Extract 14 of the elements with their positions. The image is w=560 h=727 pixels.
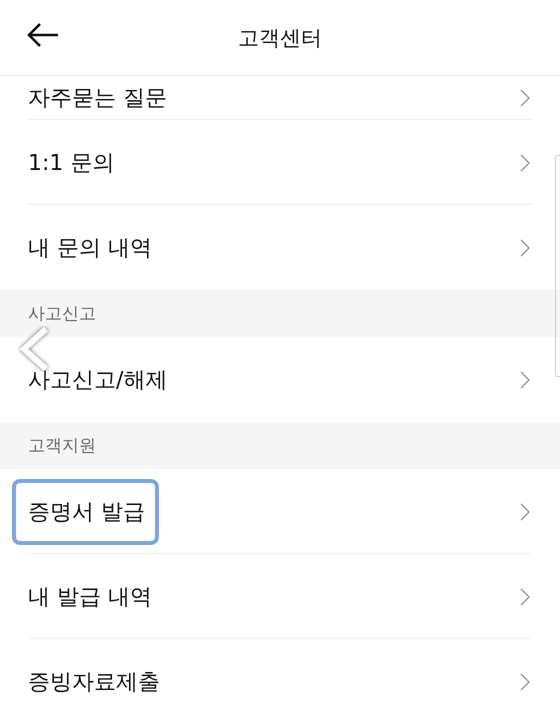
chevron-right-icon [520,370,530,388]
menu-item[interactable]: 내 문의 내역 [12,205,548,290]
section-header: 고객지원 [0,422,560,469]
chevron-right-icon [520,154,530,172]
chevron-right-icon [520,89,530,107]
section-header: 사고신고 [0,290,560,337]
menu-item[interactable]: 사고신고/해제 [12,337,548,422]
chevron-right-icon [520,238,530,256]
back-arrow-icon[interactable] [26,22,60,48]
menu-item[interactable]: 증빙자료제출 [12,639,548,724]
chevron-right-icon [520,502,530,520]
chevron-right-icon [520,672,530,690]
page-title: 고객센터 [238,24,322,52]
chevron-right-icon [520,588,530,606]
